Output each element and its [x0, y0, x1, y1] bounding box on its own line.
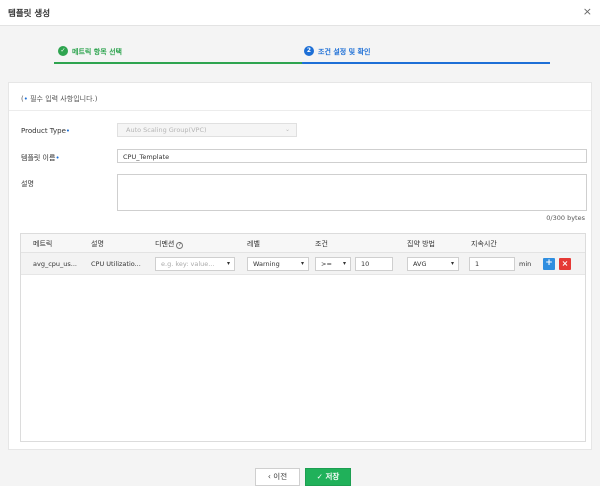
dialog-titlebar: 템플릿 생성 × — [0, 0, 600, 26]
metric-cell: avg_cpu_us... — [33, 260, 77, 268]
header-description: 설명 — [91, 240, 104, 248]
required-note: (• 필수 입력 사항입니다.) — [21, 95, 98, 103]
step-set-conditions[interactable]: 2 조건 설정 및 확인 — [302, 44, 550, 64]
caret-down-icon: ▾ — [342, 260, 346, 267]
header-dimension: 디멘션? — [155, 239, 184, 249]
template-name-input[interactable]: CPU_Template — [117, 149, 587, 163]
caret-down-icon: ▾ — [300, 260, 304, 267]
check-icon: ✓ — [58, 46, 68, 56]
description-label: 설명 — [21, 180, 34, 188]
template-name-label: 템플릿 이름• — [21, 154, 60, 162]
caret-down-icon: ▾ — [450, 260, 454, 267]
chevron-down-icon: ⌄ — [284, 126, 290, 133]
product-type-select: Auto Scaling Group(VPC) ⌄ — [117, 123, 297, 137]
step-number: 2 — [304, 46, 314, 56]
header-duration: 지속시간 — [471, 240, 497, 248]
divider — [9, 110, 591, 111]
add-row-button[interactable]: + — [543, 258, 555, 270]
remove-row-button[interactable]: × — [559, 258, 571, 270]
duration-input[interactable]: 1 — [469, 257, 515, 271]
description-cell: CPU Utilizatio... — [91, 260, 141, 268]
product-type-label: Product Type• — [21, 127, 71, 135]
step-select-metrics[interactable]: ✓ 메트릭 항목 선택 — [54, 44, 302, 64]
info-icon[interactable]: ? — [176, 242, 184, 249]
step-label: 메트릭 항목 선택 — [72, 48, 122, 56]
byte-counter: 0/300 bytes — [546, 214, 585, 222]
header-aggregation: 집약 방법 — [407, 240, 435, 248]
table-row: avg_cpu_us... CPU Utilizatio... e.g. key… — [21, 253, 585, 275]
duration-unit: min — [519, 260, 532, 268]
table-header: 메트릭 설명 디멘션? 레벨 조건 집약 방법 지속시간 — [21, 234, 585, 253]
condition-table: 메트릭 설명 디멘션? 레벨 조건 집약 방법 지속시간 avg_cpu_us.… — [20, 233, 586, 442]
header-level: 레벨 — [247, 240, 260, 248]
step-label: 조건 설정 및 확인 — [318, 48, 371, 56]
close-icon[interactable]: × — [583, 5, 592, 18]
threshold-input[interactable]: 10 — [355, 257, 393, 271]
aggregation-select[interactable]: AVG ▾ — [407, 257, 459, 271]
save-button[interactable]: ✓ 저장 — [305, 468, 351, 486]
form-panel: (• 필수 입력 사항입니다.) Product Type• Auto Scal… — [8, 82, 592, 450]
operator-select[interactable]: >= ▾ — [315, 257, 351, 271]
dimension-select[interactable]: e.g. key: value... ▾ — [155, 257, 235, 271]
caret-down-icon: ▾ — [226, 260, 230, 267]
header-metric: 메트릭 — [33, 240, 53, 248]
prev-button[interactable]: ‹ 이전 — [255, 468, 300, 486]
dialog-title: 템플릿 생성 — [8, 9, 51, 19]
description-textarea[interactable] — [117, 174, 587, 211]
level-select[interactable]: Warning ▾ — [247, 257, 309, 271]
header-condition: 조건 — [315, 240, 328, 248]
stepper: ✓ 메트릭 항목 선택 2 조건 설정 및 확인 — [54, 44, 550, 64]
